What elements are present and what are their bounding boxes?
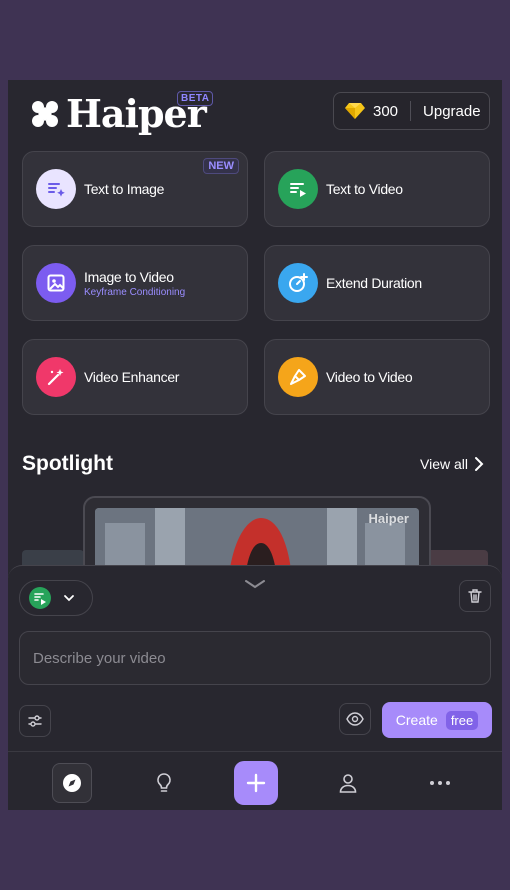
prompt-composer: Create free	[8, 565, 502, 752]
eye-icon	[346, 712, 364, 726]
tool-label: Text to Video	[326, 181, 403, 197]
image-icon	[36, 263, 76, 303]
more-icon	[430, 781, 450, 785]
tool-label: Text to Image	[84, 181, 165, 197]
chevron-right-icon	[475, 457, 484, 471]
create-label: Create	[395, 712, 438, 728]
lightbulb-icon	[157, 773, 171, 792]
chevron-down-icon	[64, 595, 74, 602]
tool-video-to-video[interactable]: Video to Video	[264, 339, 490, 415]
brush-icon	[278, 357, 318, 397]
haiper-logo-icon	[32, 101, 58, 127]
user-icon	[339, 774, 357, 793]
credit-count: 300	[373, 102, 399, 120]
haiper-watermark: Haiper	[368, 511, 409, 526]
create-button[interactable]: Create free	[382, 702, 492, 738]
tool-video-enhancer[interactable]: Video Enhancer	[22, 339, 248, 415]
diamond-icon	[345, 103, 365, 119]
view-all-link[interactable]: View all	[420, 456, 484, 472]
tool-extend-duration[interactable]: Extend Duration	[264, 245, 490, 321]
spotlight-title: Spotlight	[22, 452, 113, 475]
magic-wand-icon	[36, 357, 76, 397]
tool-label: Image to Video	[84, 268, 174, 285]
new-badge: NEW	[203, 158, 239, 174]
tool-sublabel: Keyframe Conditioning	[84, 286, 186, 298]
collapse-chevron-icon[interactable]	[244, 578, 266, 590]
view-all-label: View all	[420, 456, 468, 472]
nav-explore[interactable]	[52, 763, 92, 803]
nav-more[interactable]	[420, 763, 460, 803]
beta-badge: BETA	[177, 91, 214, 106]
trash-icon	[468, 589, 482, 603]
preview-button[interactable]	[339, 703, 371, 735]
tool-text-to-video[interactable]: Text to Video	[264, 151, 490, 227]
upgrade-label: Upgrade	[423, 102, 481, 120]
nav-create[interactable]	[234, 761, 278, 805]
text-video-icon	[29, 587, 51, 609]
timer-plus-icon	[278, 263, 318, 303]
credits-upgrade-button[interactable]: 300 Upgrade	[333, 92, 490, 130]
settings-button[interactable]	[19, 705, 51, 737]
sliders-icon	[28, 715, 42, 727]
prompt-input[interactable]	[19, 631, 491, 685]
tool-label: Video Enhancer	[84, 369, 180, 385]
compass-icon	[63, 774, 81, 792]
text-video-icon	[278, 169, 318, 209]
bottom-navigation	[8, 751, 502, 810]
text-image-icon	[36, 169, 76, 209]
plus-icon	[246, 773, 266, 793]
nav-profile[interactable]	[328, 763, 368, 803]
tool-label: Extend Duration	[326, 275, 422, 291]
mode-selector[interactable]	[19, 580, 93, 616]
nav-ideas[interactable]	[144, 763, 184, 803]
tool-text-to-image[interactable]: Text to Image NEW	[22, 151, 248, 227]
free-tag: free	[445, 710, 479, 730]
divider	[410, 101, 412, 121]
tool-label: Video to Video	[326, 369, 413, 385]
tool-image-to-video[interactable]: Image to Video Keyframe Conditioning	[22, 245, 248, 321]
delete-button[interactable]	[459, 580, 491, 612]
haiper-app: Haiper BETA 300 Upgrade Text to Image NE…	[8, 80, 502, 810]
